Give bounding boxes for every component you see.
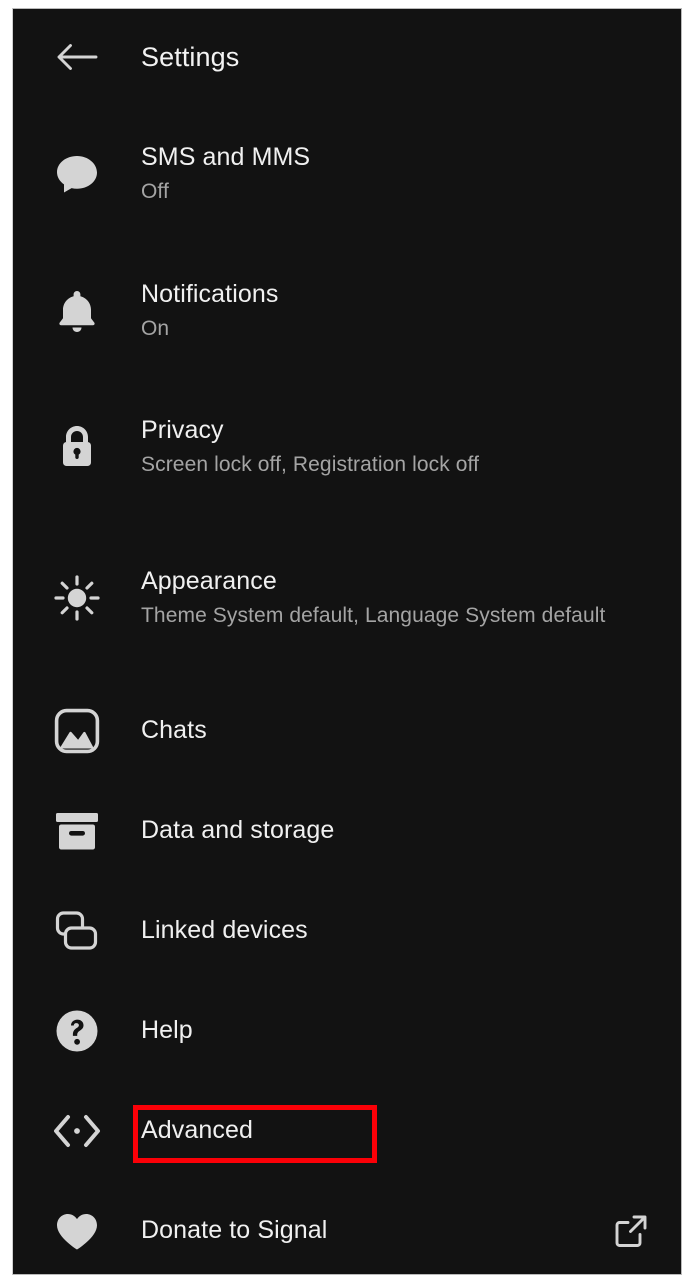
settings-item-label: Privacy (141, 415, 224, 444)
back-button[interactable] (13, 40, 141, 74)
settings-item-label: SMS and MMS (141, 142, 311, 171)
settings-item-linked-devices[interactable]: Linked devices (13, 881, 681, 981)
settings-item-label: Help (141, 1016, 193, 1045)
settings-list: SMS and MMS Off Notifications On Privacy… (13, 105, 681, 1274)
settings-item-value: Theme System default, Language System de… (141, 604, 606, 628)
settings-item-chats[interactable]: Chats (13, 681, 681, 781)
settings-item-appearance[interactable]: Appearance Theme System default, Languag… (13, 515, 681, 681)
image-icon (13, 708, 141, 754)
settings-item-value: Off (141, 180, 169, 204)
sun-icon (13, 573, 141, 623)
settings-item-label: Linked devices (141, 916, 308, 945)
bell-icon (13, 288, 141, 334)
archive-box-icon (13, 810, 141, 852)
chat-bubble-icon (13, 152, 141, 196)
external-link-icon[interactable] (613, 1213, 649, 1249)
lock-icon (13, 424, 141, 470)
settings-item-sms-and-mms[interactable]: SMS and MMS Off (13, 105, 681, 243)
settings-item-value: Screen lock off, Registration lock off (141, 453, 480, 477)
settings-item-value: On (141, 317, 170, 341)
settings-item-data-and-storage[interactable]: Data and storage (13, 781, 681, 881)
settings-item-label: Donate to Signal (141, 1216, 328, 1245)
settings-item-notifications[interactable]: Notifications On (13, 243, 681, 379)
signal-settings-screen: Settings SMS and MMS Off Notifications O… (12, 8, 682, 1275)
settings-item-label: Advanced (141, 1116, 253, 1145)
page-title: Settings (141, 41, 240, 72)
settings-item-label: Data and storage (141, 816, 335, 845)
linked-devices-icon (13, 909, 141, 953)
settings-item-label: Chats (141, 716, 207, 745)
settings-item-label: Notifications (141, 279, 279, 308)
settings-item-privacy[interactable]: Privacy Screen lock off, Registration lo… (13, 379, 681, 515)
code-brackets-icon (13, 1111, 141, 1151)
settings-item-donate-to-signal[interactable]: Donate to Signal (13, 1181, 681, 1274)
settings-item-help[interactable]: Help (13, 981, 681, 1081)
heart-icon (13, 1210, 141, 1252)
screenshot-frame: Settings SMS and MMS Off Notifications O… (0, 0, 690, 1283)
settings-item-advanced[interactable]: Advanced (13, 1081, 681, 1181)
arrow-left-icon (56, 40, 98, 74)
app-bar: Settings (13, 9, 681, 105)
settings-item-label: Appearance (141, 566, 277, 595)
question-circle-icon (13, 1008, 141, 1054)
